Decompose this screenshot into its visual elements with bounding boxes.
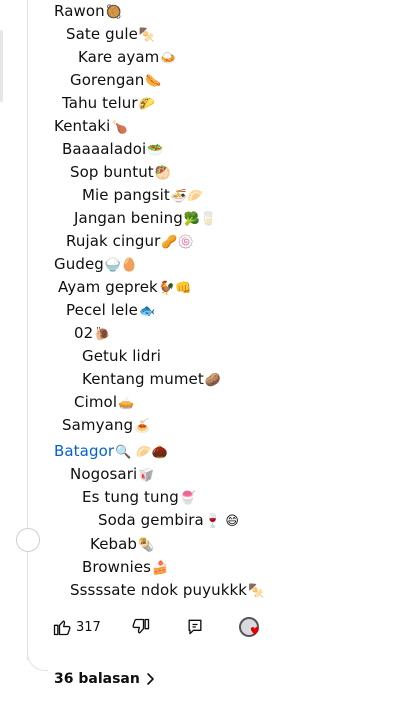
food-emoji: 🍢 (248, 584, 265, 599)
comment-line: Samyang🍝 (62, 416, 151, 434)
comment-line: Gorengan🌭 (70, 71, 162, 89)
food-emoji: 🥙 (154, 166, 172, 181)
food-emoji: 🍧 (179, 491, 197, 506)
comment-line: Brownies🍰 (82, 558, 169, 576)
food-emoji: 🍜🥟 (170, 189, 204, 204)
comment-line: Ayam geprek🐓👊 (58, 278, 192, 296)
food-emoji: 🍚🥚 (104, 258, 138, 273)
food-emoji: 🥜🍥 (161, 235, 194, 250)
chevron-right-icon (147, 673, 154, 685)
scroll-indicator (0, 30, 3, 102)
food-emoji: 🍝 (134, 419, 151, 434)
reply-button[interactable] (185, 617, 205, 637)
comment-line: Soda gembira🍷 😄 (98, 511, 239, 529)
food-emoji: 🐓👊 (158, 281, 192, 296)
food-emoji: 🍗 (111, 120, 128, 135)
comment-line: Rawon🥘 (54, 2, 123, 20)
dislike-button[interactable] (131, 617, 151, 637)
comment-line: Kentang mumet🥔 (82, 370, 222, 388)
food-emoji: 🍷 😄 (204, 514, 239, 529)
thread-line (27, 0, 28, 660)
food-emoji: 🥗 (147, 143, 164, 158)
replies-label: 36 balasan (54, 671, 140, 687)
food-emoji: 🐟 (138, 304, 156, 319)
comment-line: Tahu telur🌮 (62, 94, 155, 112)
thread-connector (27, 640, 48, 671)
comment-line: Sssssate ndok puyukkk🍢 (70, 581, 265, 599)
comment-line: Gudeg🍚🥚 (54, 255, 138, 273)
food-emoji: 🥘 (105, 5, 123, 20)
like-button[interactable]: 317 (52, 617, 119, 637)
like-count: 317 (76, 619, 101, 635)
comment-line: Getuk lidri (82, 347, 161, 365)
food-emoji: 🍛 (160, 51, 177, 66)
view-replies-button[interactable]: 36 balasan (54, 671, 156, 687)
thumbs-up-icon (53, 620, 71, 636)
comment-line: Kebab🌯 (90, 535, 155, 553)
comment-line: Sate gule🍢 (66, 25, 156, 43)
search-icon: 🔍 🥟🌰 (115, 445, 169, 460)
comment-line: Mie pangsit🍜🥟 (82, 186, 204, 204)
comment-actions: 317 ♥ (52, 614, 260, 640)
food-emoji: 🍰 (152, 561, 169, 576)
thumbs-down-icon (132, 618, 149, 634)
food-emoji: 🍢 (138, 28, 156, 43)
comment-line: Sop buntut🥙 (70, 163, 172, 181)
comment-line: Kare ayam🍛 (78, 48, 177, 66)
food-emoji: 🥡 (138, 468, 155, 483)
comment-line: 02🐌 (74, 324, 111, 342)
food-emoji: 🥧 (118, 396, 135, 411)
comment-line: Pecel lele🐟 (66, 301, 156, 319)
comment-line: Cimol🥧 (74, 393, 135, 411)
comment-line: Es tung tung🍧 (82, 488, 197, 506)
search-link-batagor[interactable]: Batagor🔍 🥟🌰 (54, 441, 168, 463)
comment-line: Nogosari🥡 (70, 465, 155, 483)
creator-heart-icon: ♥ (238, 617, 260, 638)
food-emoji: 🌮 (138, 97, 155, 112)
comment-line: Baaaaladoi🥗 (62, 140, 164, 158)
reply-comment-icon (188, 619, 202, 635)
thread-dot (16, 528, 40, 552)
food-emoji: 🌯 (138, 538, 155, 553)
comment-line: Rujak cingur🥜🍥 (66, 232, 194, 250)
snail-emoji: 🐌 (94, 327, 111, 342)
food-emoji: 🌭 (145, 74, 162, 89)
food-emoji: 🥦🥛 (183, 212, 217, 227)
comment-line: Kentaki🍗 (54, 117, 128, 135)
heart-icon: ♥ (249, 625, 260, 638)
food-emoji: 🥔 (204, 373, 222, 388)
comment-line: Jangan bening🥦🥛 (74, 209, 217, 227)
